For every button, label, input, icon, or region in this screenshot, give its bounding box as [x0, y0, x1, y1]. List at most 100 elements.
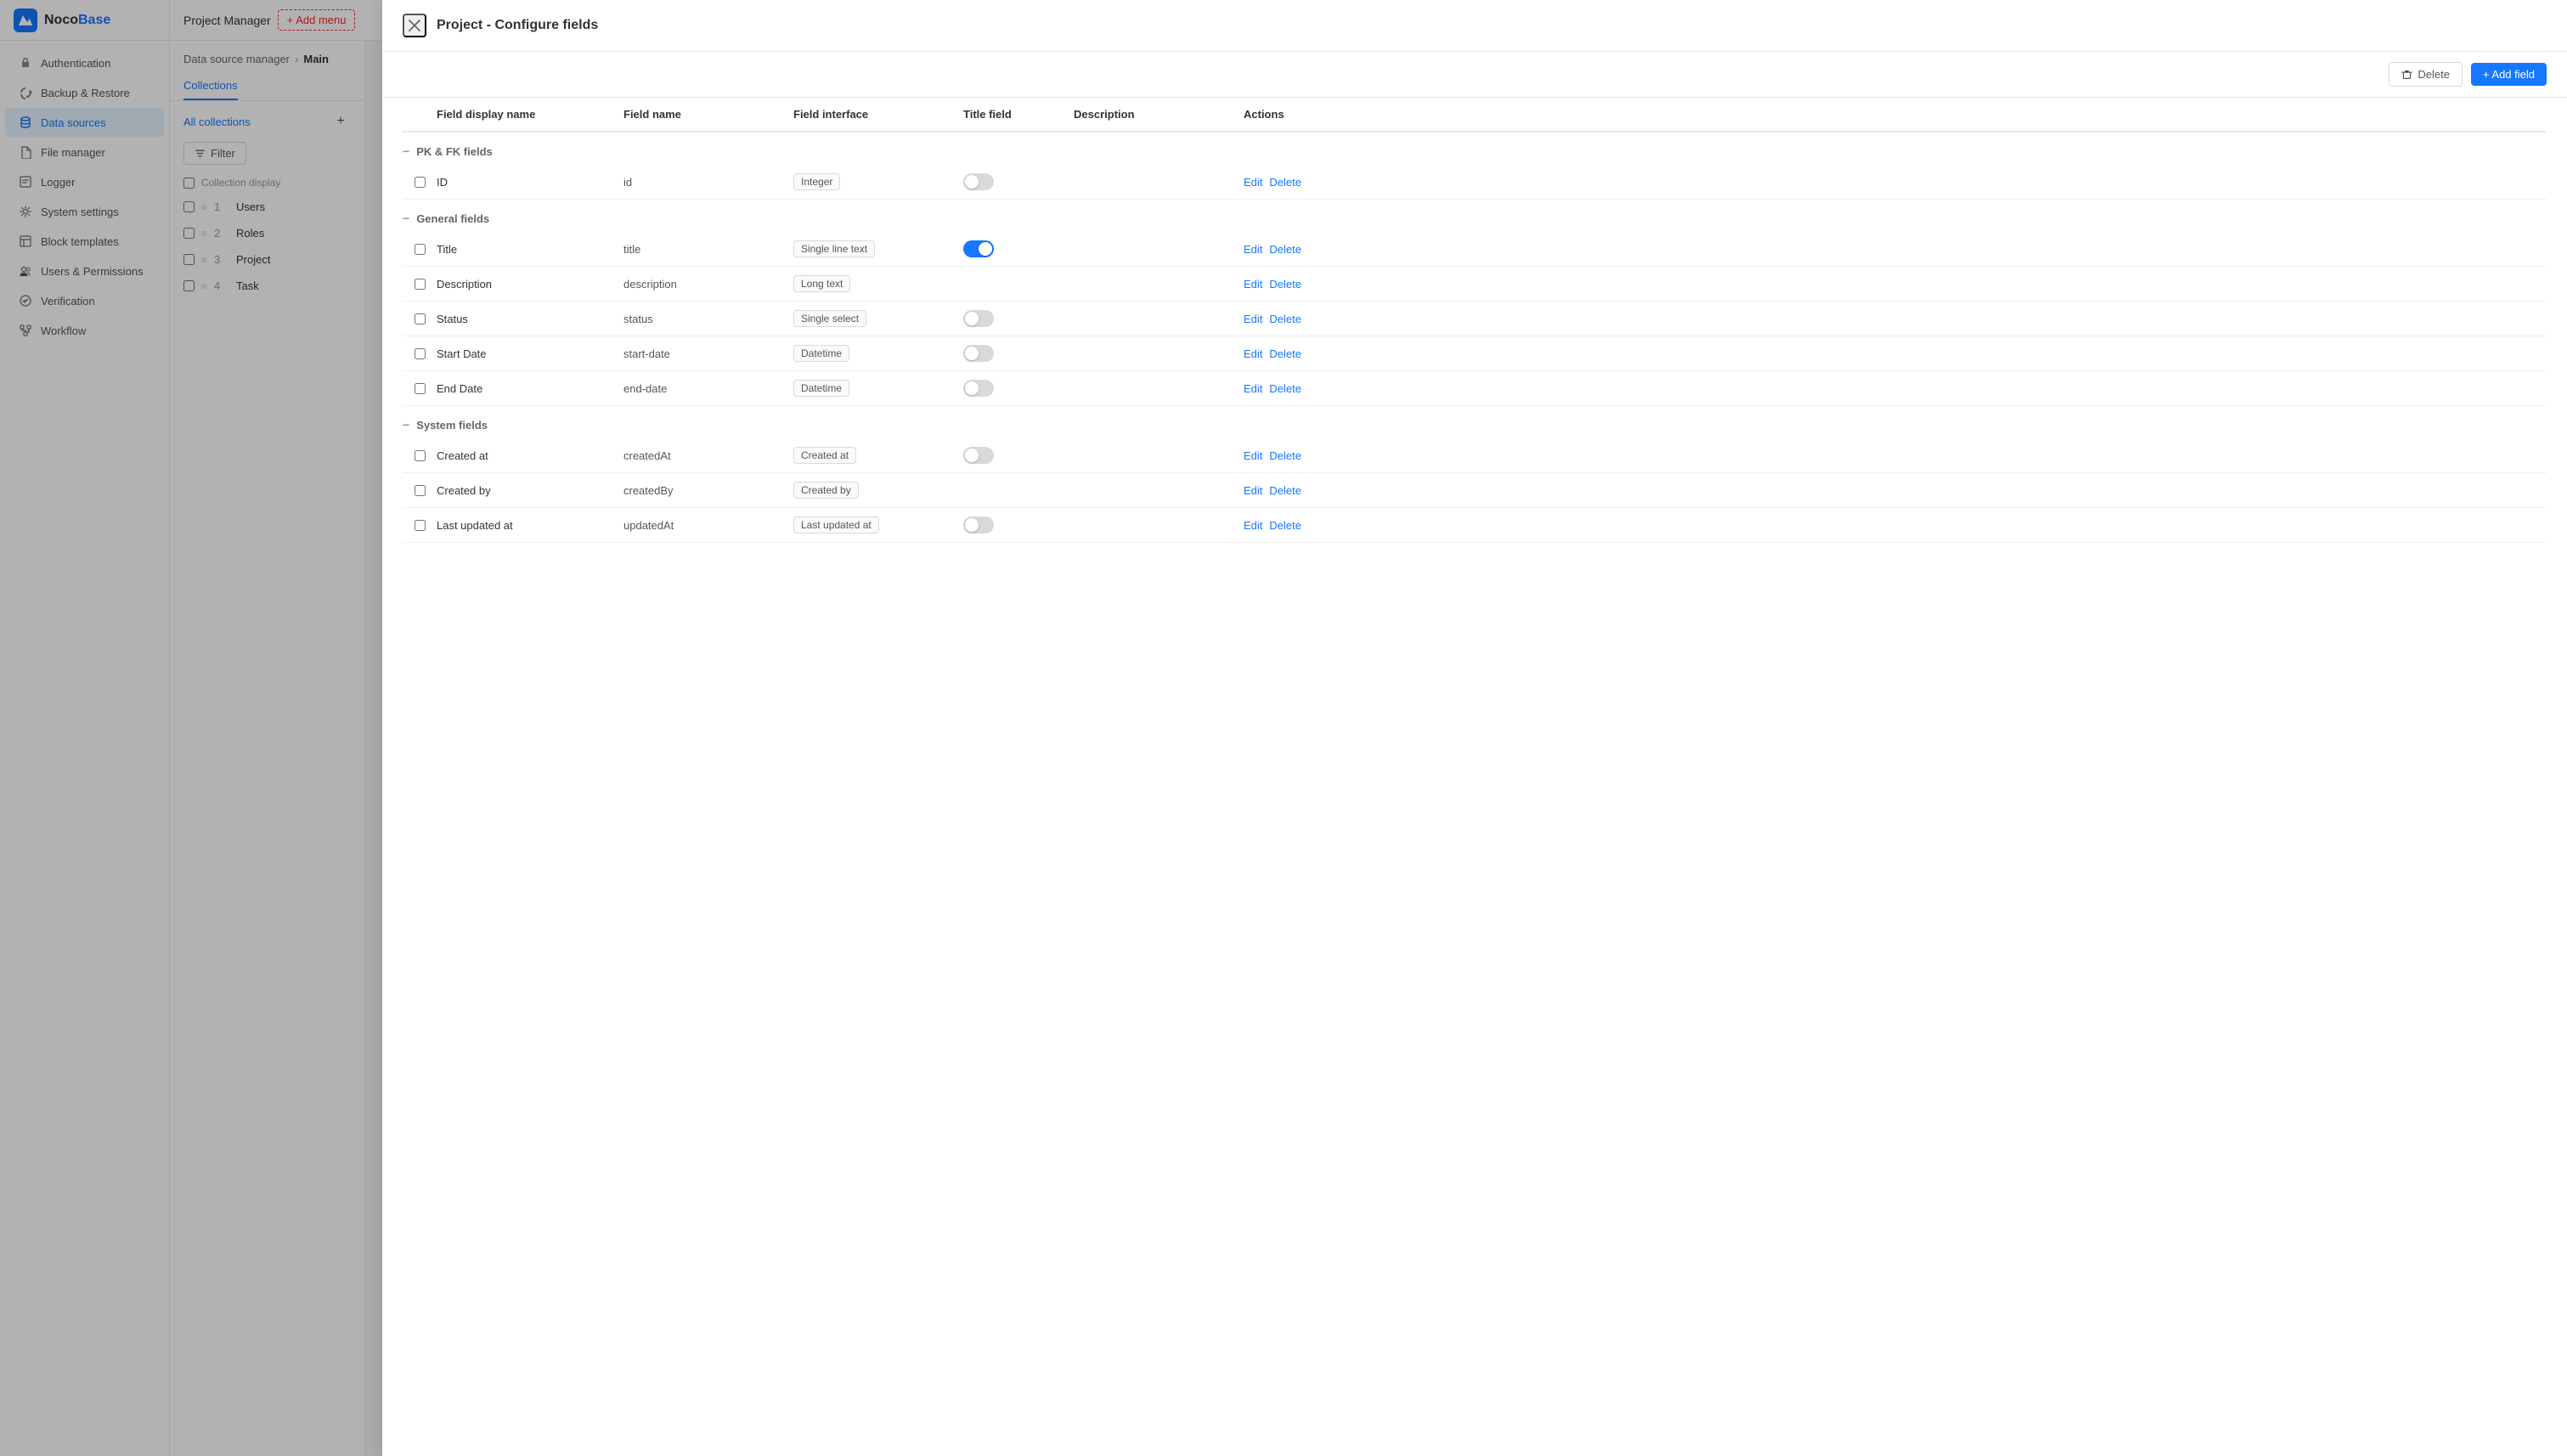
table-row: Description description Long text Edit D…: [403, 267, 2547, 302]
field-name-title: title: [623, 243, 793, 256]
field-name-end-date: end-date: [623, 382, 793, 395]
field-interface-badge-title: Single line text: [793, 240, 875, 257]
delete-field-title[interactable]: Delete: [1269, 243, 1301, 256]
delete-field-id[interactable]: Delete: [1269, 176, 1301, 189]
col-description: Description: [1074, 108, 1244, 121]
field-name-start-date: start-date: [623, 347, 793, 360]
delete-field-updatedAt[interactable]: Delete: [1269, 519, 1301, 532]
delete-field-start-date[interactable]: Delete: [1269, 347, 1301, 360]
field-checkbox-start-date[interactable]: [415, 348, 426, 359]
table-row: Status status Single select Edit Delete: [403, 302, 2547, 336]
field-name-createdAt: createdAt: [623, 449, 793, 462]
add-field-button[interactable]: + Add field: [2471, 63, 2547, 86]
modal-toolbar: Delete + Add field: [382, 52, 2567, 98]
field-actions-start-date: Edit Delete: [1244, 347, 1371, 360]
edit-field-createdBy[interactable]: Edit: [1244, 484, 1262, 497]
col-actions: Actions: [1244, 108, 1371, 121]
delete-field-description[interactable]: Delete: [1269, 278, 1301, 291]
field-name-id: id: [623, 176, 793, 189]
field-actions-end-date: Edit Delete: [1244, 382, 1371, 395]
title-field-toggle-end-date[interactable]: [963, 380, 994, 397]
delete-field-createdAt[interactable]: Delete: [1269, 449, 1301, 462]
table-row: Created by createdBy Created by Edit Del…: [403, 473, 2547, 508]
field-name-createdBy: createdBy: [623, 484, 793, 497]
field-checkbox-status[interactable]: [415, 313, 426, 324]
field-checkbox-updatedAt[interactable]: [415, 520, 426, 531]
field-interface-badge-status: Single select: [793, 310, 866, 327]
edit-field-title[interactable]: Edit: [1244, 243, 1262, 256]
field-checkbox-id[interactable]: [415, 177, 426, 188]
title-field-toggle-status[interactable]: [963, 310, 994, 327]
col-field-interface: Field interface: [793, 108, 963, 121]
title-field-toggle-updatedAt[interactable]: [963, 516, 994, 533]
main-area: Project Manager + Add menu Data source m…: [170, 0, 2567, 1456]
field-display-name-end-date: End Date: [437, 382, 623, 395]
section-title-pk-fk: PK & FK fields: [416, 145, 493, 158]
field-interface-badge-start-date: Datetime: [793, 345, 849, 362]
field-actions-createdAt: Edit Delete: [1244, 449, 1371, 462]
delete-field-end-date[interactable]: Delete: [1269, 382, 1301, 395]
field-display-name-title: Title: [437, 243, 623, 256]
content-area: Data source manager › Main Collections A…: [170, 41, 2567, 1456]
section-general: − General fields Title title Single line…: [403, 200, 2547, 406]
table-row: Start Date start-date Datetime Edit Dele…: [403, 336, 2547, 371]
table-row: Last updated at updatedAt Last updated a…: [403, 508, 2547, 543]
field-checkbox-description[interactable]: [415, 279, 426, 290]
section-title-general: General fields: [416, 212, 489, 225]
table-row: Title title Single line text Edit Delete: [403, 232, 2547, 267]
delete-field-createdBy[interactable]: Delete: [1269, 484, 1301, 497]
table-header: Field display name Field name Field inte…: [403, 98, 2547, 133]
field-display-name-createdBy: Created by: [437, 484, 623, 497]
section-collapse-general[interactable]: −: [403, 212, 409, 225]
field-checkbox-end-date[interactable]: [415, 383, 426, 394]
field-actions-updatedAt: Edit Delete: [1244, 519, 1371, 532]
section-pk-fk: − PK & FK fields ID id Integer Edit Dele…: [403, 133, 2547, 200]
field-display-name-createdAt: Created at: [437, 449, 623, 462]
field-display-name-updatedAt: Last updated at: [437, 519, 623, 532]
col-field-name: Field name: [623, 108, 793, 121]
title-field-toggle-createdAt[interactable]: [963, 447, 994, 464]
edit-field-start-date[interactable]: Edit: [1244, 347, 1262, 360]
field-display-name-id: ID: [437, 176, 623, 189]
table-row: End Date end-date Datetime Edit Delete: [403, 371, 2547, 406]
field-display-name-start-date: Start Date: [437, 347, 623, 360]
title-field-toggle-start-date[interactable]: [963, 345, 994, 362]
modal-panel: Project - Configure fields Delete + Add …: [382, 41, 2567, 1456]
section-collapse-system[interactable]: −: [403, 418, 409, 432]
edit-field-description[interactable]: Edit: [1244, 278, 1262, 291]
section-collapse-pk-fk[interactable]: −: [403, 144, 409, 158]
edit-field-id[interactable]: Edit: [1244, 176, 1262, 189]
field-actions-title: Edit Delete: [1244, 243, 1371, 256]
field-interface-badge-createdAt: Created at: [793, 447, 856, 464]
field-interface-badge-createdBy: Created by: [793, 482, 859, 499]
edit-field-end-date[interactable]: Edit: [1244, 382, 1262, 395]
section-title-system: System fields: [416, 419, 488, 432]
field-checkbox-createdAt[interactable]: [415, 450, 426, 461]
field-name-description: description: [623, 278, 793, 291]
app-layout: NocoBase Authentication Backup & Restore…: [0, 0, 2567, 1456]
field-actions-status: Edit Delete: [1244, 313, 1371, 325]
edit-field-status[interactable]: Edit: [1244, 313, 1262, 325]
field-interface-badge-updatedAt: Last updated at: [793, 516, 879, 533]
field-name-status: status: [623, 313, 793, 325]
field-actions-description: Edit Delete: [1244, 278, 1371, 291]
delete-field-status[interactable]: Delete: [1269, 313, 1301, 325]
section-system: − System fields Created at createdAt Cre…: [403, 406, 2547, 543]
table-row: ID id Integer Edit Delete: [403, 165, 2547, 200]
field-checkbox-title[interactable]: [415, 244, 426, 255]
field-interface-badge-id: Integer: [793, 173, 840, 190]
field-checkbox-createdBy[interactable]: [415, 485, 426, 496]
trash-icon: [2401, 69, 2412, 80]
title-field-toggle-title[interactable]: [963, 240, 994, 257]
field-display-name-status: Status: [437, 313, 623, 325]
field-display-name-description: Description: [437, 278, 623, 291]
table-row: Created at createdAt Created at Edit Del…: [403, 438, 2547, 473]
title-field-toggle-id[interactable]: [963, 173, 994, 190]
field-interface-badge-description: Long text: [793, 275, 850, 292]
field-actions-createdBy: Edit Delete: [1244, 484, 1371, 497]
delete-button[interactable]: Delete: [2389, 62, 2463, 87]
edit-field-createdAt[interactable]: Edit: [1244, 449, 1262, 462]
col-title-field: Title field: [963, 108, 1074, 121]
edit-field-updatedAt[interactable]: Edit: [1244, 519, 1262, 532]
fields-table: Field display name Field name Field inte…: [382, 98, 2567, 1456]
